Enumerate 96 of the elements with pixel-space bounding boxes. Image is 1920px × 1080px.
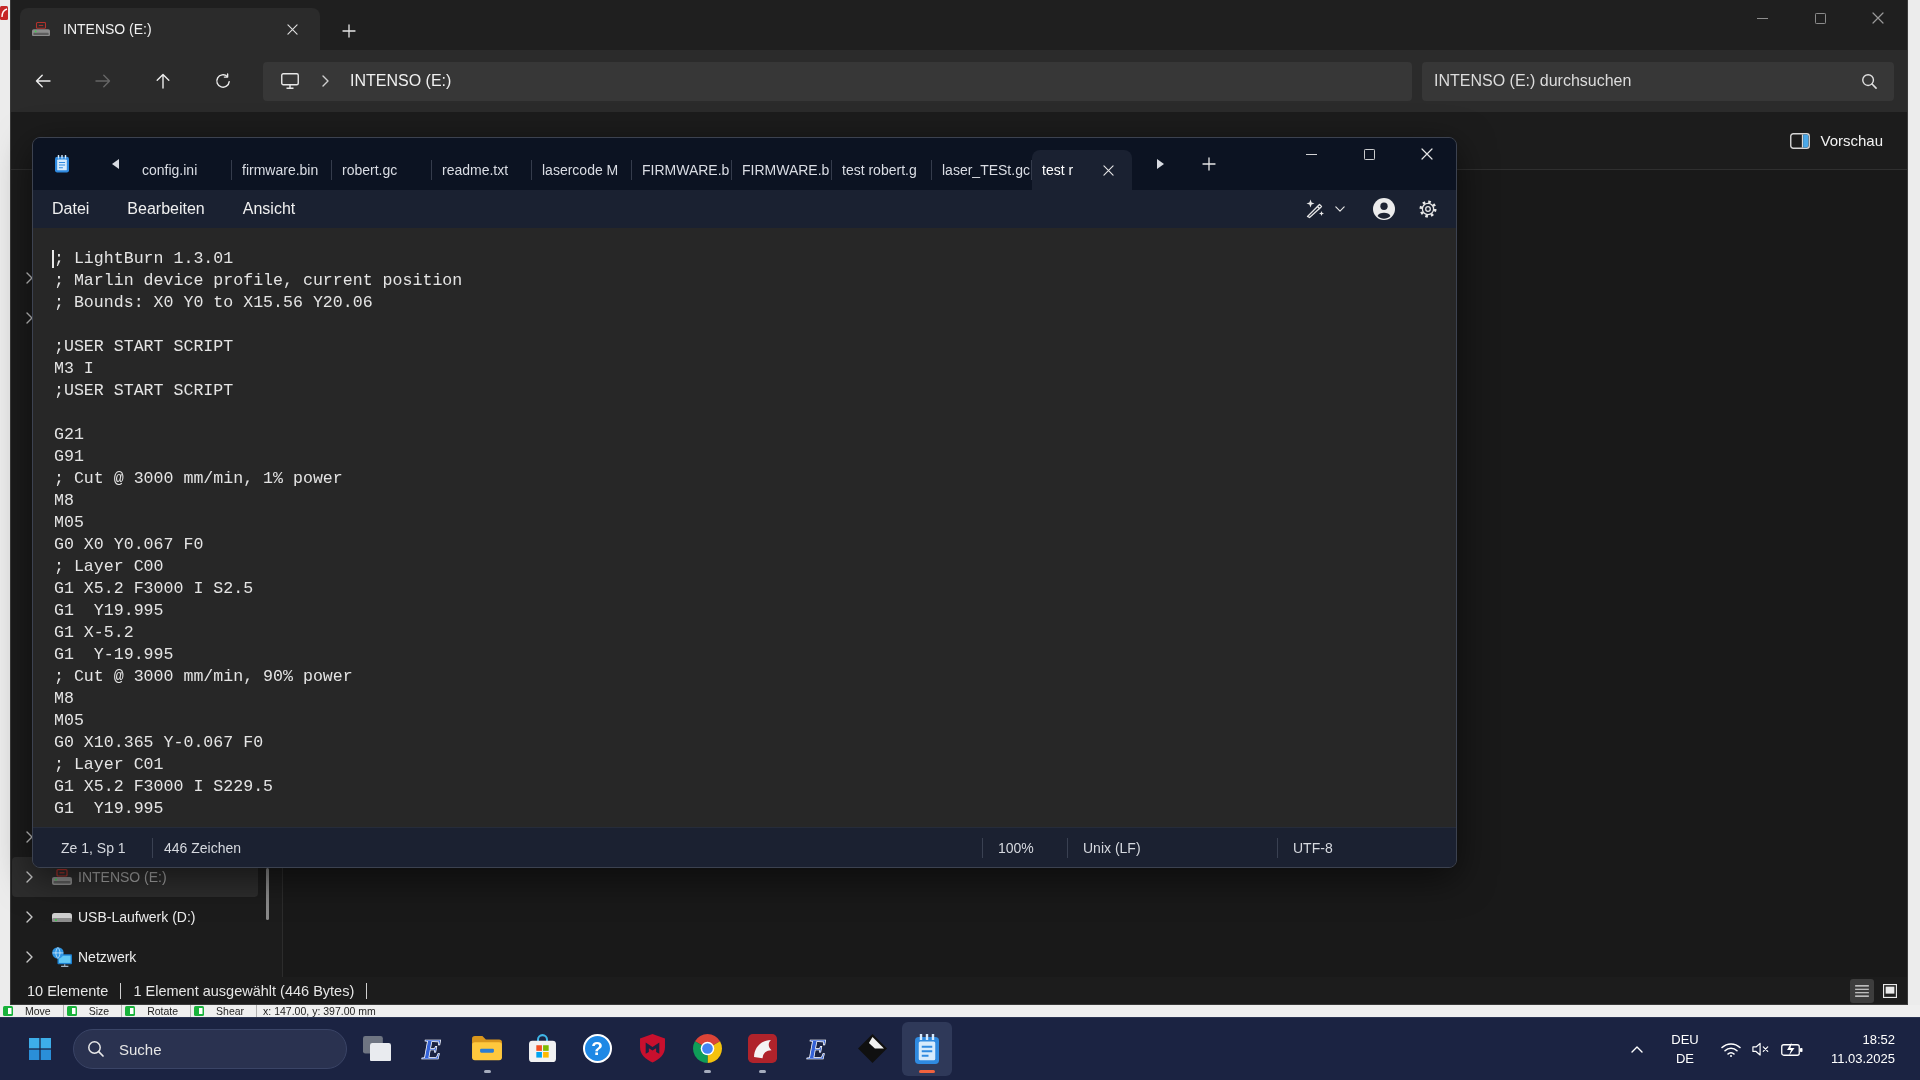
menu-item[interactable]: Ansicht (223, 194, 315, 224)
overlapping-squares-icon (363, 1035, 391, 1062)
tab[interactable]: laser_TESt.gc (932, 150, 1032, 190)
tree-item[interactable]: Netzwerk (12, 937, 258, 977)
tab[interactable]: test robert.g (832, 150, 932, 190)
monitor-icon (281, 73, 299, 89)
toggle-icon (3, 1006, 13, 1016)
tab[interactable]: FIRMWARE.b (632, 150, 732, 190)
minimize-icon (1305, 153, 1317, 155)
selection-text: 1 Element ausgewählt (446 Bytes) (133, 982, 355, 999)
letter-icon: E (422, 1033, 442, 1064)
taskbar-button[interactable]: E (407, 1022, 457, 1076)
refresh-icon (215, 73, 231, 89)
triangle-left-icon (111, 159, 119, 169)
tricolor-circle-icon (692, 1034, 722, 1063)
taskbar-button[interactable]: E (792, 1022, 842, 1076)
item-count-text: 10 Elemente (27, 982, 109, 999)
chevron-right-icon[interactable] (26, 871, 33, 883)
help-icon: ? (582, 1034, 612, 1063)
avatar-icon (1373, 198, 1395, 220)
muted-speaker-icon (1752, 1041, 1770, 1057)
four-squares-icon (29, 1038, 51, 1060)
drive-icon (52, 912, 72, 922)
drive-icon (52, 869, 72, 885)
minimize-icon (1756, 17, 1768, 19)
maximize-icon (1363, 148, 1375, 160)
toggle-icon (66, 1006, 77, 1016)
encoding-text: UTF-8 (1293, 839, 1333, 856)
panel-icon (1790, 132, 1811, 149)
coordinates-text: x: 147.00, y: 397.00 mm (262, 1005, 376, 1017)
menu-item[interactable]: Datei (33, 194, 109, 224)
chevron-up-icon (1631, 1045, 1643, 1053)
plus-icon (1202, 157, 1216, 171)
tab[interactable]: test r (1032, 150, 1132, 190)
tree-item[interactable]: USB-Laufwerk (D:) (12, 897, 258, 937)
close-icon (1872, 12, 1884, 24)
folder-icon (472, 1036, 502, 1061)
address-bar[interactable]: INTENSO (E:) (263, 61, 1412, 101)
search-field[interactable]: INTENSO (E:) durchsuchen (1422, 61, 1894, 101)
chevron-right-icon[interactable] (26, 911, 33, 923)
taskbar-button[interactable]: ? (572, 1022, 622, 1076)
notepad-icon (55, 155, 69, 173)
editor-text: ; LightBurn 1.3.01 ; Marlin device profile, current position ; Bounds: X0 Y0 to X15.56 Y20.06 ;USER START SCRIPT M3 I ;USER START SCRIPT G21 G91 ; Cut @ 3000 mm/min, 1% power M8 M05 G0 X0 Y0.067 F0 ; Layer C00 G1 X5.2 F3000 I S2.5 G1 Y19.995 G1 X-5.2 G1 Y-19.995 ; Cut @ 3000 mm/min, 90% power M8 M05 G0 X10.365 Y-0.067 F0 ; Layer C01 G1 X5.2 F3000 I S229.5 G1 Y19.995 (54, 248, 463, 820)
shopping-bag-icon (528, 1034, 556, 1063)
search-icon (88, 1041, 104, 1057)
menu-item[interactable]: Bearbeiten (108, 194, 224, 224)
toggle-icon (194, 1006, 205, 1016)
breadcrumb[interactable]: INTENSO (E:) (350, 72, 452, 90)
diamond-icon (857, 1034, 887, 1063)
tab[interactable]: firmware.bin (232, 150, 332, 190)
editor-field[interactable] (33, 228, 1456, 827)
caret-down-icon (1335, 206, 1345, 212)
list-icon (1855, 984, 1869, 997)
tab[interactable]: lasercode M (532, 150, 632, 190)
cursor-position-text: Ze 1, Sp 1 (61, 839, 126, 856)
scrollbar-thumb[interactable] (266, 868, 269, 920)
settings-icon (1419, 200, 1437, 218)
chevron-right-icon (322, 75, 329, 87)
close-icon (286, 23, 298, 35)
shield-icon (639, 1034, 665, 1063)
close-icon (1421, 148, 1433, 160)
search-field[interactable]: Suche (73, 1029, 347, 1069)
sparkle-pen-icon (1305, 199, 1325, 219)
globe-monitor-icon (52, 947, 72, 967)
character-count-text: 446 Zeichen (164, 839, 242, 856)
letter-icon: E (807, 1033, 827, 1064)
battery-icon (1781, 1042, 1803, 1056)
zoom-text: 100% (998, 839, 1034, 856)
notepad-icon (915, 1033, 939, 1064)
tab[interactable]: readme.txt (432, 150, 532, 190)
logo-icon (0, 6, 8, 20)
tab[interactable]: FIRMWARE.b (732, 150, 832, 190)
chevron-right-icon[interactable] (26, 951, 33, 963)
text-cursor (52, 250, 54, 268)
toggle-icon (125, 1006, 136, 1016)
clock-button[interactable]: 18:52 11.03.2025 (1820, 1030, 1895, 1068)
close-icon (1102, 164, 1114, 176)
wifi-icon (1721, 1041, 1741, 1057)
line-ending-text: Unix (LF) (1083, 839, 1141, 856)
search-icon (1862, 73, 1877, 89)
arrow-left-icon (35, 74, 51, 88)
arrow-up-icon (156, 73, 170, 89)
triangle-right-icon (1156, 159, 1164, 169)
swoosh-tile-icon (747, 1034, 777, 1063)
plus-icon (342, 24, 356, 38)
tab[interactable]: INTENSO (E:) (20, 8, 320, 50)
language-button[interactable]: DEU DE (1664, 1030, 1706, 1068)
drive-icon (32, 21, 50, 37)
details-view-button[interactable] (1850, 978, 1874, 1003)
square-icon (1883, 983, 1897, 998)
tab[interactable]: robert.gc (332, 150, 432, 190)
arrow-right-icon (95, 74, 111, 88)
taskbar-button[interactable] (902, 1022, 952, 1076)
tab[interactable]: config.ini (132, 150, 232, 190)
preview-button[interactable]: Vorschau (1780, 126, 1893, 155)
maximize-icon (1814, 12, 1826, 24)
